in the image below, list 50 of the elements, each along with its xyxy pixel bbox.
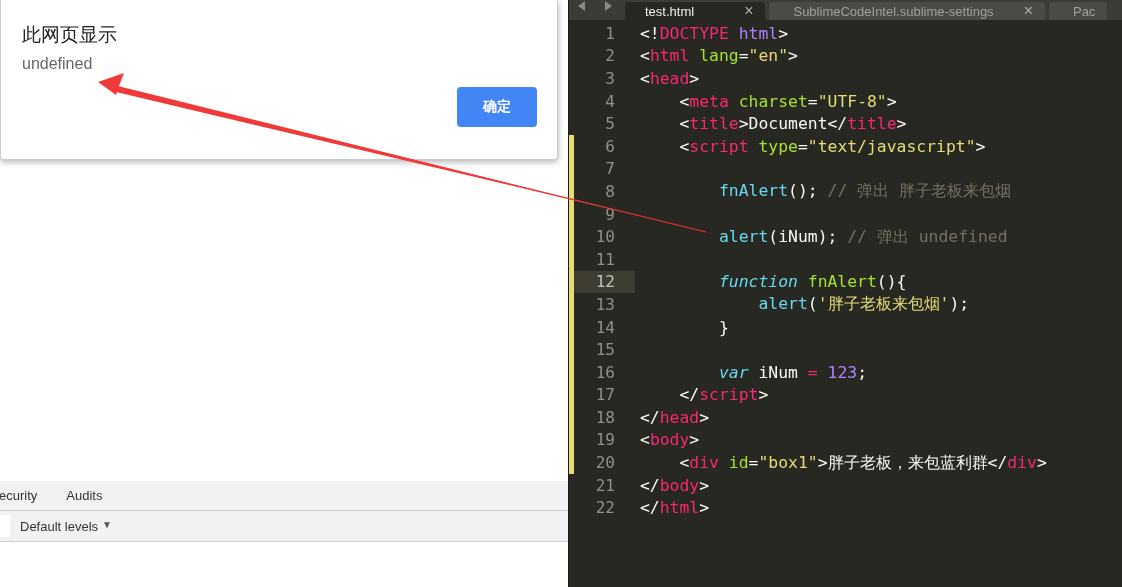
code-line: var iNum = 123; bbox=[717, 362, 867, 382]
code-line: <!DOCTYPE html> bbox=[640, 23, 789, 43]
line-number: 1 bbox=[605, 23, 615, 43]
dialog-title: 此网页显示 bbox=[22, 23, 117, 47]
line-number: 10 bbox=[595, 227, 615, 247]
line-number: 16 bbox=[595, 362, 615, 382]
line-number: 4 bbox=[605, 91, 615, 111]
line-number: 3 bbox=[605, 69, 615, 88]
line-number: 13 bbox=[595, 294, 615, 314]
code-line: </head> bbox=[640, 407, 710, 427]
line-number: 17 bbox=[595, 385, 615, 405]
code-line: </body> bbox=[640, 475, 710, 495]
line-number: 6 bbox=[605, 136, 615, 156]
line-number: 15 bbox=[595, 340, 615, 360]
code-line: function fnAlert(){ bbox=[717, 272, 907, 292]
dialog-message: undefined bbox=[22, 54, 93, 74]
line-number: 14 bbox=[595, 317, 615, 337]
devtools-tab[interactable]: ecurity bbox=[0, 488, 38, 503]
code-line: </html> bbox=[640, 498, 710, 518]
code-line: } bbox=[717, 317, 729, 337]
code-line: </script> bbox=[678, 385, 769, 405]
devtools-tab[interactable]: Audits bbox=[66, 488, 103, 503]
line-number: 5 bbox=[605, 114, 615, 134]
line-number: 19 bbox=[595, 430, 615, 450]
editor-tab[interactable]: test.html × bbox=[625, 2, 766, 20]
code-line: alert(iNum); // 弹出 undefined bbox=[717, 225, 1008, 248]
line-number: 12 bbox=[595, 272, 615, 292]
line-number: 2 bbox=[605, 46, 615, 66]
line-number: 9 bbox=[605, 204, 615, 224]
line-number: 7 bbox=[605, 159, 615, 179]
editor-tab[interactable]: SublimeCodeIntel.sublime-settings × bbox=[769, 2, 1045, 20]
close-icon[interactable]: × bbox=[1023, 2, 1033, 20]
code-line: fnAlert(); // 弹出 胖子老板来包烟 bbox=[717, 180, 1011, 203]
line-number: 11 bbox=[595, 249, 615, 269]
code-line: <div id="box1">胖子老板，来包蓝利群</div> bbox=[678, 451, 1047, 474]
levels-dropdown[interactable]: Default levels ▼ bbox=[20, 518, 112, 534]
code-line: <html lang="en"> bbox=[640, 46, 798, 66]
code-line: <title>Document</title> bbox=[678, 114, 907, 134]
ok-button[interactable]: 确定 bbox=[457, 87, 537, 127]
line-number: 8 bbox=[605, 181, 615, 201]
code-line: alert('胖子老板来包烟'); bbox=[757, 293, 970, 316]
code-line: <body> bbox=[640, 430, 700, 450]
line-number: 21 bbox=[595, 475, 615, 495]
line-number: 20 bbox=[595, 453, 615, 473]
line-number: 18 bbox=[595, 407, 615, 427]
line-number: 22 bbox=[595, 498, 615, 518]
close-icon[interactable]: × bbox=[744, 2, 754, 20]
code-line: <head> bbox=[640, 69, 700, 88]
code-line: <meta charset="UTF-8"> bbox=[678, 91, 897, 111]
code-line: <script type="text/javascript"> bbox=[678, 136, 986, 156]
